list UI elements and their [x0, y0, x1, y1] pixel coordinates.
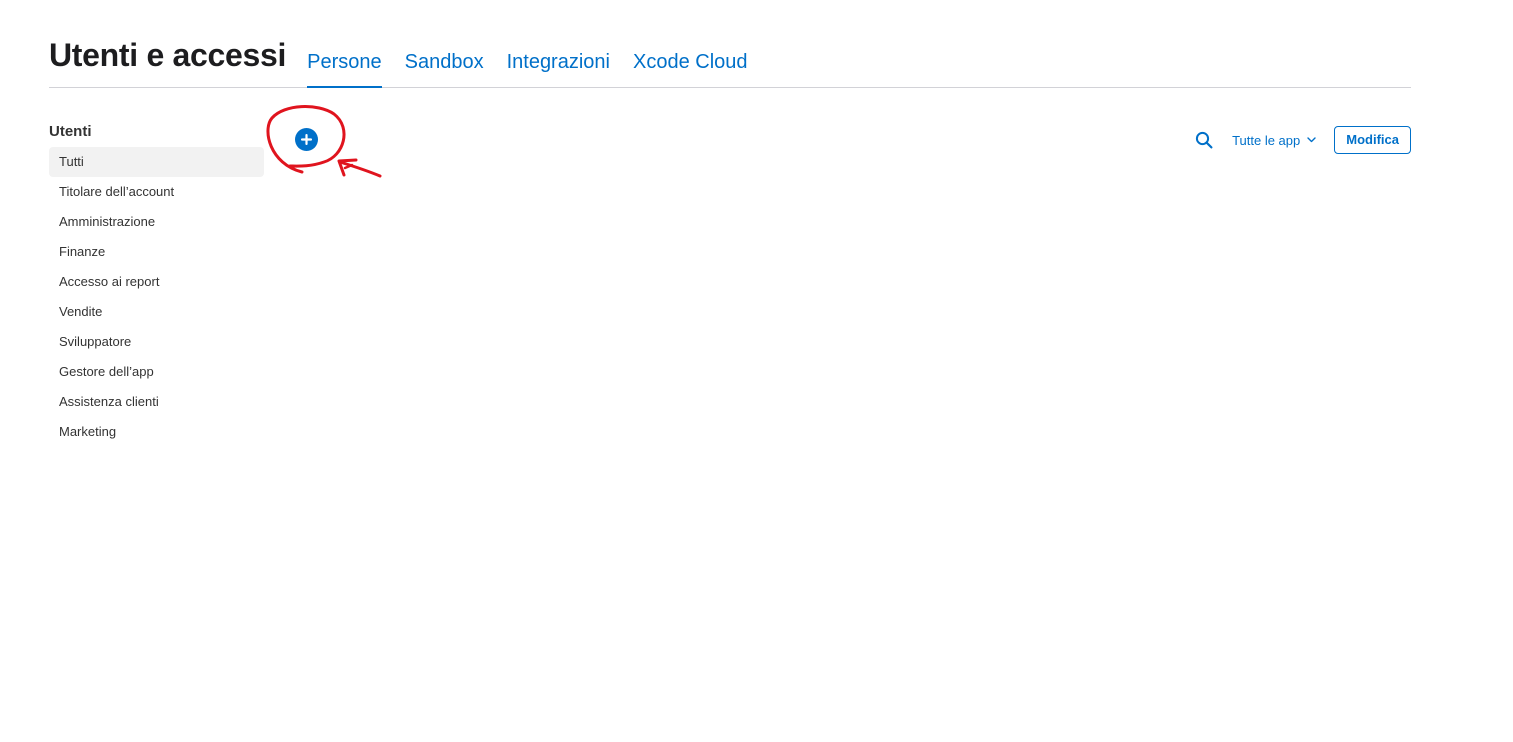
sidebar-list: Tutti Titolare dell’account Amministrazi… — [49, 147, 264, 447]
page-header: Utenti e accessi Persone Sandbox Integra… — [49, 36, 1411, 88]
app-filter-dropdown[interactable]: Tutte le app — [1232, 133, 1316, 148]
search-button[interactable] — [1194, 130, 1214, 150]
edit-button[interactable]: Modifica — [1334, 126, 1411, 154]
tab-bar: Persone Sandbox Integrazioni Xcode Cloud — [307, 50, 748, 88]
sidebar-item-finanze[interactable]: Finanze — [49, 237, 264, 267]
tab-persone[interactable]: Persone — [307, 50, 382, 88]
sidebar-item-gestore-app[interactable]: Gestore dell’app — [49, 357, 264, 387]
sidebar-item-vendite[interactable]: Vendite — [49, 297, 264, 327]
sidebar-item-titolare[interactable]: Titolare dell’account — [49, 177, 264, 207]
sidebar-item-amministrazione[interactable]: Amministrazione — [49, 207, 264, 237]
add-user-button[interactable] — [295, 128, 318, 151]
page-title: Utenti e accessi — [49, 37, 287, 73]
sidebar-heading: Utenti — [49, 123, 92, 140]
tab-xcode-cloud[interactable]: Xcode Cloud — [633, 50, 748, 88]
tab-sandbox[interactable]: Sandbox — [405, 50, 484, 88]
sidebar: Utenti Tutti Titolare dell’account Ammin… — [49, 121, 264, 447]
chevron-down-icon — [1307, 137, 1316, 143]
sidebar-item-accesso-report[interactable]: Accesso ai report — [49, 267, 264, 297]
toolbar-right: Tutte le app Modifica — [1194, 126, 1411, 154]
sidebar-item-sviluppatore[interactable]: Sviluppatore — [49, 327, 264, 357]
search-icon — [1195, 131, 1213, 149]
sidebar-item-marketing[interactable]: Marketing — [49, 417, 264, 447]
app-filter-label: Tutte le app — [1232, 132, 1301, 148]
tab-integrazioni[interactable]: Integrazioni — [507, 50, 610, 88]
sidebar-item-assistenza-clienti[interactable]: Assistenza clienti — [49, 387, 264, 417]
page: Utenti e accessi Persone Sandbox Integra… — [0, 0, 1513, 742]
sidebar-item-tutti[interactable]: Tutti — [49, 147, 264, 177]
plus-icon — [301, 134, 312, 145]
